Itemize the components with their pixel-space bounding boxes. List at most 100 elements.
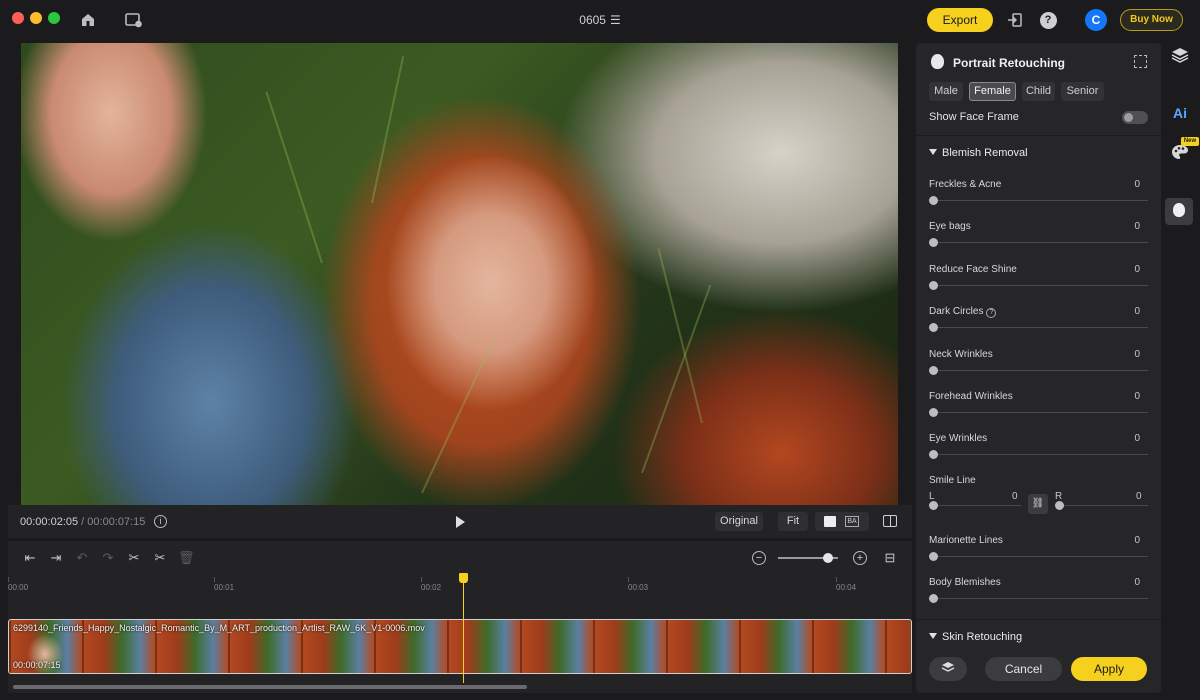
slider-freckles-acne: Freckles & Acne 0 bbox=[929, 179, 1148, 219]
slider-track[interactable] bbox=[933, 285, 1148, 286]
slider-handle[interactable] bbox=[929, 238, 938, 247]
slider-handle[interactable] bbox=[929, 281, 938, 290]
slider-value[interactable]: 0 bbox=[1134, 306, 1140, 317]
trim-end-icon[interactable]: ⇥ bbox=[48, 550, 64, 566]
slider-track[interactable] bbox=[933, 242, 1148, 243]
smile-left-track[interactable] bbox=[933, 505, 1021, 506]
fit-button[interactable]: Fit bbox=[778, 512, 808, 531]
smile-right-handle[interactable] bbox=[1055, 501, 1064, 510]
slider-value[interactable]: 0 bbox=[1134, 535, 1140, 546]
playhead-handle[interactable] bbox=[459, 573, 468, 583]
zoom-window-button[interactable] bbox=[48, 12, 60, 24]
undo-icon[interactable]: ↶ bbox=[74, 550, 90, 566]
slider-handle[interactable] bbox=[929, 552, 938, 561]
help-button[interactable]: ? bbox=[1038, 10, 1058, 30]
ai-cut-icon[interactable]: ✂ bbox=[152, 550, 168, 566]
zoom-out-icon[interactable]: − bbox=[752, 551, 766, 565]
tab-female[interactable]: Female bbox=[969, 82, 1016, 101]
slider-value[interactable]: 0 bbox=[1134, 264, 1140, 275]
tick-label: 00:03 bbox=[628, 583, 649, 592]
apply-button[interactable]: Apply bbox=[1071, 657, 1147, 681]
link-icon[interactable]: ⛓ bbox=[1028, 494, 1048, 514]
slider-track[interactable] bbox=[933, 327, 1148, 328]
face-detect-icon[interactable] bbox=[1134, 55, 1147, 68]
slider-value[interactable]: 0 bbox=[1134, 179, 1140, 190]
slider-neck-wrinkles: Neck Wrinkles 0 bbox=[929, 349, 1148, 389]
zoom-in-icon[interactable]: + bbox=[853, 551, 867, 565]
split-view-icon[interactable] bbox=[883, 515, 897, 527]
redo-icon[interactable]: ↷ bbox=[100, 550, 116, 566]
smile-left-handle[interactable] bbox=[929, 501, 938, 510]
import-icon[interactable] bbox=[1005, 10, 1025, 30]
tab-senior[interactable]: Senior bbox=[1061, 82, 1104, 101]
blemish-removal-header[interactable]: Blemish Removal bbox=[929, 147, 1028, 159]
export-button[interactable]: Export bbox=[927, 8, 993, 32]
user-avatar[interactable]: C bbox=[1085, 9, 1107, 31]
video-clip[interactable]: 6299140_Friends_Happy_Nostalgic_Romantic… bbox=[8, 619, 912, 674]
smile-right-value[interactable]: 0 bbox=[1136, 491, 1142, 502]
cancel-button[interactable]: Cancel bbox=[985, 657, 1062, 681]
slider-value[interactable]: 0 bbox=[1134, 349, 1140, 360]
current-time: 00:00:02:05 bbox=[20, 516, 79, 528]
slider-value[interactable]: 0 bbox=[1134, 221, 1140, 232]
tab-child[interactable]: Child bbox=[1022, 82, 1055, 101]
original-button[interactable]: Original bbox=[715, 512, 763, 531]
question-icon[interactable]: ? bbox=[986, 308, 997, 318]
panel-header: Portrait Retouching Male Female Child Se… bbox=[916, 43, 1161, 135]
slider-track[interactable] bbox=[933, 556, 1148, 557]
fit-timeline-icon[interactable]: ⊟ bbox=[882, 550, 898, 566]
section-title: Skin Retouching bbox=[942, 631, 1023, 643]
slider-handle[interactable] bbox=[929, 366, 938, 375]
slider-handle[interactable] bbox=[929, 450, 938, 459]
info-icon[interactable]: i bbox=[154, 515, 167, 528]
slider-track[interactable] bbox=[933, 200, 1148, 201]
home-icon[interactable] bbox=[78, 10, 98, 30]
slider-track[interactable] bbox=[933, 598, 1148, 599]
ai-tools-icon[interactable]: Ai bbox=[1170, 103, 1190, 123]
slider-track[interactable] bbox=[933, 412, 1148, 413]
show-face-frame-toggle[interactable] bbox=[1122, 111, 1148, 124]
media-settings-icon[interactable] bbox=[124, 10, 144, 30]
buy-now-button[interactable]: Buy Now bbox=[1120, 9, 1183, 31]
tool-rail: Ai New bbox=[1162, 43, 1200, 693]
layers-icon[interactable] bbox=[1170, 47, 1190, 67]
close-window-button[interactable] bbox=[12, 12, 24, 24]
project-title[interactable]: 0605 ☰ bbox=[560, 13, 640, 27]
trim-start-icon[interactable]: ⇤ bbox=[22, 550, 38, 566]
scissors-icon[interactable]: ✂ bbox=[126, 550, 142, 566]
slider-label: Forehead Wrinkles bbox=[929, 391, 1013, 402]
slider-handle[interactable] bbox=[929, 594, 938, 603]
trash-icon[interactable]: 🗑 bbox=[178, 550, 195, 566]
skin-retouching-header[interactable]: Skin Retouching bbox=[929, 631, 1022, 643]
slider-track[interactable] bbox=[933, 454, 1148, 455]
playhead[interactable] bbox=[463, 579, 464, 683]
smile-right-track[interactable] bbox=[1059, 505, 1148, 506]
show-face-frame-label: Show Face Frame bbox=[929, 111, 1019, 123]
slider-value[interactable]: 0 bbox=[1134, 391, 1140, 402]
single-view-icon[interactable] bbox=[824, 516, 836, 527]
tab-male[interactable]: Male bbox=[929, 82, 963, 101]
slider-label: Body Blemishes bbox=[929, 577, 1001, 588]
timeline-scrollbar[interactable] bbox=[13, 685, 527, 689]
slider-value[interactable]: 0 bbox=[1134, 577, 1140, 588]
video-preview[interactable] bbox=[21, 43, 898, 505]
minimize-window-button[interactable] bbox=[30, 12, 42, 24]
time-separator: / bbox=[78, 516, 88, 528]
before-after-icon[interactable]: BA bbox=[845, 516, 859, 527]
slider-handle[interactable] bbox=[929, 196, 938, 205]
smile-left-value[interactable]: 0 bbox=[1012, 491, 1018, 502]
tick-label: 00:00 bbox=[8, 583, 29, 592]
palette-icon[interactable] bbox=[1170, 144, 1190, 164]
help-icon: ? bbox=[1039, 11, 1057, 29]
slider-value[interactable]: 0 bbox=[1134, 433, 1140, 444]
slider-handle[interactable] bbox=[929, 408, 938, 417]
layers-button[interactable] bbox=[929, 657, 967, 681]
view-mode-toggle[interactable]: BA bbox=[815, 512, 869, 531]
zoom-slider-handle[interactable] bbox=[823, 553, 833, 563]
slider-track[interactable] bbox=[933, 370, 1148, 371]
project-name: 0605 bbox=[579, 13, 606, 27]
total-time: 00:00:07:15 bbox=[87, 516, 146, 528]
slider-label: Dark Circles? bbox=[929, 306, 997, 318]
play-icon[interactable] bbox=[456, 516, 465, 528]
slider-handle[interactable] bbox=[929, 323, 938, 332]
